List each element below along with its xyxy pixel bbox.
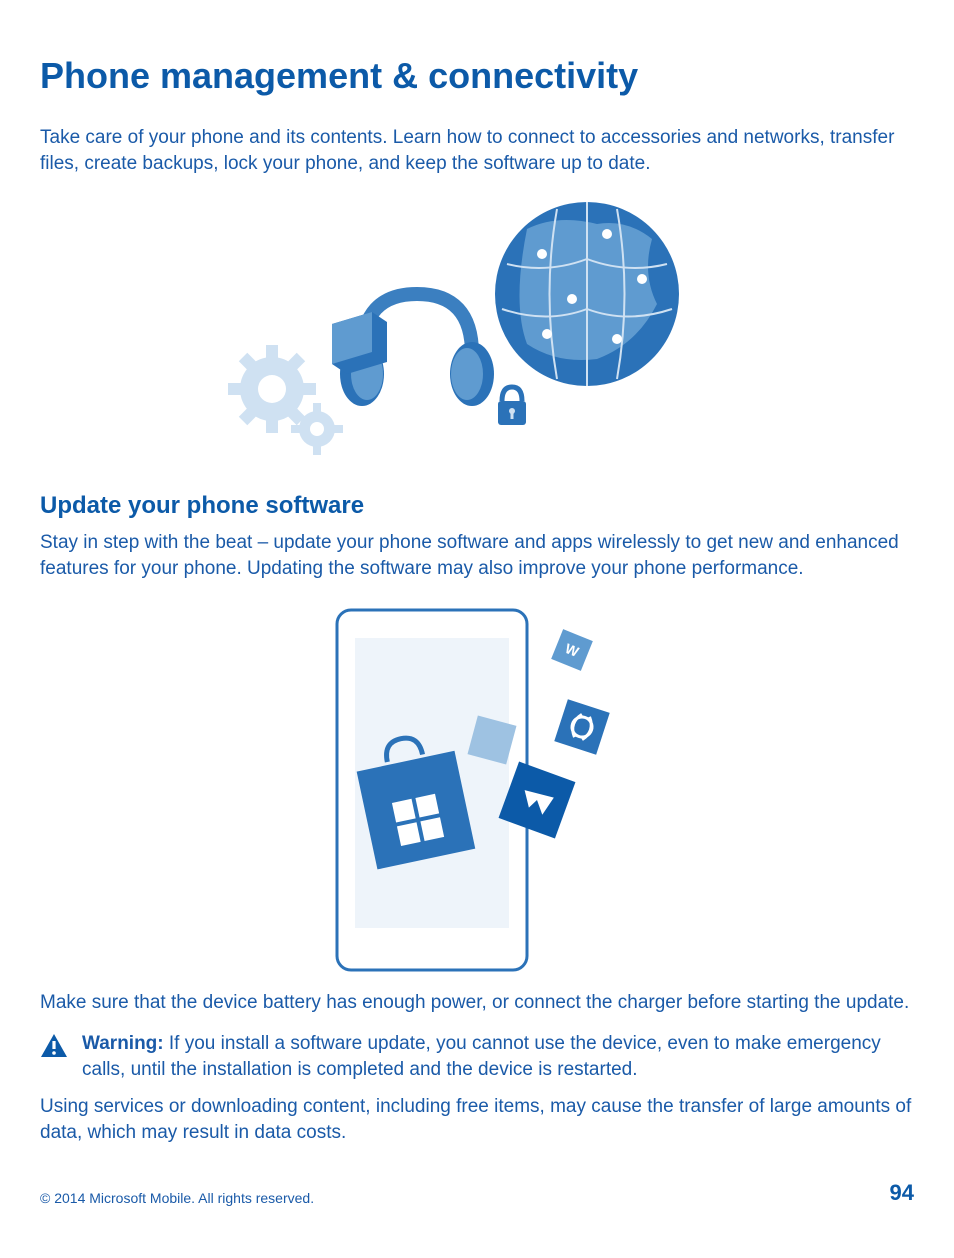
warning-block: Warning: If you install a software updat… [40, 1031, 914, 1082]
phone-update-icon: W [307, 600, 647, 980]
update-intro-paragraph: Stay in step with the beat – update your… [40, 530, 914, 581]
copyright-text: © 2014 Microsoft Mobile. All rights rese… [40, 1190, 314, 1206]
warning-icon [40, 1033, 68, 1059]
warning-body: If you install a software update, you ca… [82, 1033, 881, 1080]
intro-paragraph: Take care of your phone and its contents… [40, 125, 914, 176]
page-footer: © 2014 Microsoft Mobile. All rights rese… [40, 1180, 914, 1206]
warning-text: Warning: If you install a software updat… [82, 1031, 914, 1082]
section-heading-update: Update your phone software [40, 492, 914, 520]
connectivity-icon [217, 194, 737, 474]
connectivity-illustration [40, 194, 914, 474]
lock-icon [498, 387, 526, 425]
battery-note-paragraph: Make sure that the device battery has en… [40, 990, 914, 1016]
update-illustration: W [40, 600, 914, 980]
warning-label: Warning: [82, 1033, 164, 1054]
data-cost-paragraph: Using services or downloading content, i… [40, 1094, 914, 1145]
page-title: Phone management & connectivity [40, 55, 914, 97]
page-number: 94 [890, 1180, 914, 1206]
